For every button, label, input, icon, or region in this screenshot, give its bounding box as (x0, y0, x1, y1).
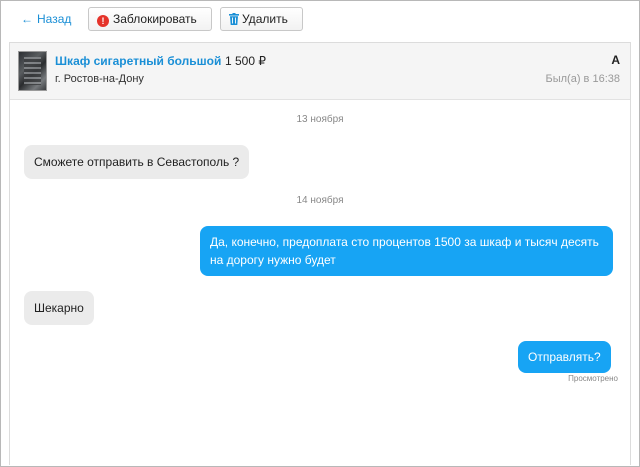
delete-button[interactable]: Удалить (220, 7, 303, 31)
user-initial[interactable]: А (611, 53, 620, 67)
item-city: г. Ростов-на-Дону (55, 73, 144, 85)
item-title-link[interactable]: Шкаф сигаретный большой (55, 54, 221, 68)
date-separator: 13 ноября (296, 114, 344, 125)
block-button[interactable]: ! Заблокировать (88, 7, 212, 31)
delete-button-label: Удалить (242, 12, 288, 26)
last-seen-status: Был(а) в 16:38 (545, 73, 620, 85)
read-status: Просмотрено (568, 374, 618, 383)
back-link[interactable]: ← Назад (21, 12, 71, 26)
date-separator: 14 ноября (296, 195, 344, 206)
arrow-left-icon: ← (21, 12, 33, 26)
block-button-label: Заблокировать (113, 12, 197, 26)
toolbar: ← Назад ! Заблокировать Удалить (1, 1, 639, 41)
chat-window: ← Назад ! Заблокировать Удалить Шкаф сига (0, 0, 640, 467)
outgoing-message: Отправлять? (518, 341, 611, 373)
outgoing-message: Да, конечно, предоплата сто процентов 15… (200, 226, 613, 276)
item-thumbnail[interactable] (18, 51, 47, 91)
incoming-message: Шекарно (24, 291, 94, 325)
back-label: Назад (37, 12, 72, 26)
conversation-header: Шкаф сигаретный большой 1 500 ₽ г. Росто… (10, 43, 630, 100)
item-price: 1 500 ₽ (225, 54, 266, 68)
conversation-panel: Шкаф сигаретный большой 1 500 ₽ г. Росто… (9, 42, 631, 465)
incoming-message: Сможете отправить в Севастополь ? (24, 145, 250, 179)
trash-icon (229, 10, 239, 32)
exclamation-circle-icon: ! (97, 15, 109, 27)
